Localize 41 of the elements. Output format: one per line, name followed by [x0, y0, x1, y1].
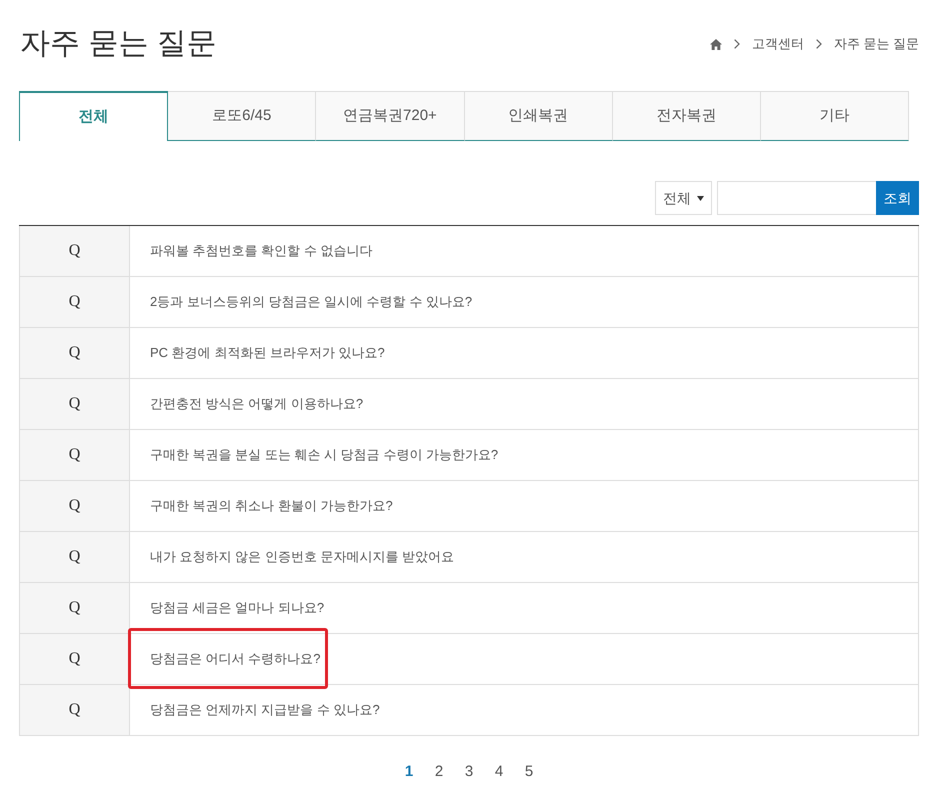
- question-marker: Q: [68, 496, 80, 516]
- question-link[interactable]: 구매한 복권의 취소나 환불이 가능한가요?: [150, 496, 393, 516]
- page-title: 자주 묻는 질문: [20, 29, 217, 59]
- page-link[interactable]: 2: [432, 761, 446, 784]
- search-button[interactable]: 조회: [876, 181, 919, 215]
- question-link[interactable]: 당첨금은 어디서 수령하나요?: [150, 649, 320, 669]
- question-link[interactable]: 파워볼 추첨번호를 확인할 수 없습니다: [150, 241, 372, 261]
- breadcrumb-link[interactable]: 자주 묻는 질문: [834, 34, 919, 54]
- question-marker: Q: [68, 547, 80, 567]
- breadcrumb-link[interactable]: 고객센터: [752, 34, 804, 54]
- question-marker: Q: [68, 700, 80, 720]
- question-link[interactable]: 구매한 복권을 분실 또는 훼손 시 당첨금 수령이 가능한가요?: [150, 445, 498, 465]
- category-tab[interactable]: 전체: [19, 91, 168, 141]
- page-link[interactable]: 4: [492, 761, 506, 784]
- page-link[interactable]: 3: [462, 761, 476, 784]
- question-link[interactable]: 당첨금은 언제까지 지급받을 수 있나요?: [150, 700, 380, 720]
- category-tab[interactable]: 인쇄복권: [464, 91, 613, 141]
- question-link[interactable]: PC 환경에 최적화된 브라우저가 있나요?: [150, 343, 385, 363]
- chevron-right-icon: [816, 39, 822, 49]
- caret-down-icon: [697, 196, 704, 200]
- category-tab[interactable]: 로또6/45: [168, 91, 316, 141]
- question-marker: Q: [68, 343, 80, 363]
- category-tab[interactable]: 연금복권720+: [316, 91, 465, 141]
- question-marker: Q: [68, 292, 80, 312]
- question-link[interactable]: 당첨금 세금은 얼마나 되나요?: [150, 598, 324, 618]
- question-link[interactable]: 내가 요청하지 않은 인증번호 문자메시지를 받았어요: [150, 547, 454, 567]
- question-marker: Q: [68, 445, 80, 465]
- question-marker: Q: [68, 649, 80, 669]
- question-marker: Q: [68, 394, 80, 414]
- search-field[interactable]: [717, 181, 876, 215]
- page-link[interactable]: 1: [402, 761, 416, 784]
- page-link[interactable]: 5: [522, 761, 536, 784]
- category-select[interactable]: 전체: [655, 181, 712, 215]
- question-link[interactable]: 2등과 보너스등위의 당첨금은 일시에 수령할 수 있나요?: [150, 292, 472, 312]
- chevron-right-icon: [734, 39, 740, 49]
- category-tab[interactable]: 기타: [760, 91, 910, 141]
- category-tab[interactable]: 전자복권: [612, 91, 761, 141]
- question-link[interactable]: 간편충전 방식은 어떻게 이용하나요?: [150, 394, 364, 414]
- question-marker: Q: [68, 241, 80, 261]
- home-icon[interactable]: [710, 38, 722, 50]
- question-marker: Q: [68, 598, 80, 618]
